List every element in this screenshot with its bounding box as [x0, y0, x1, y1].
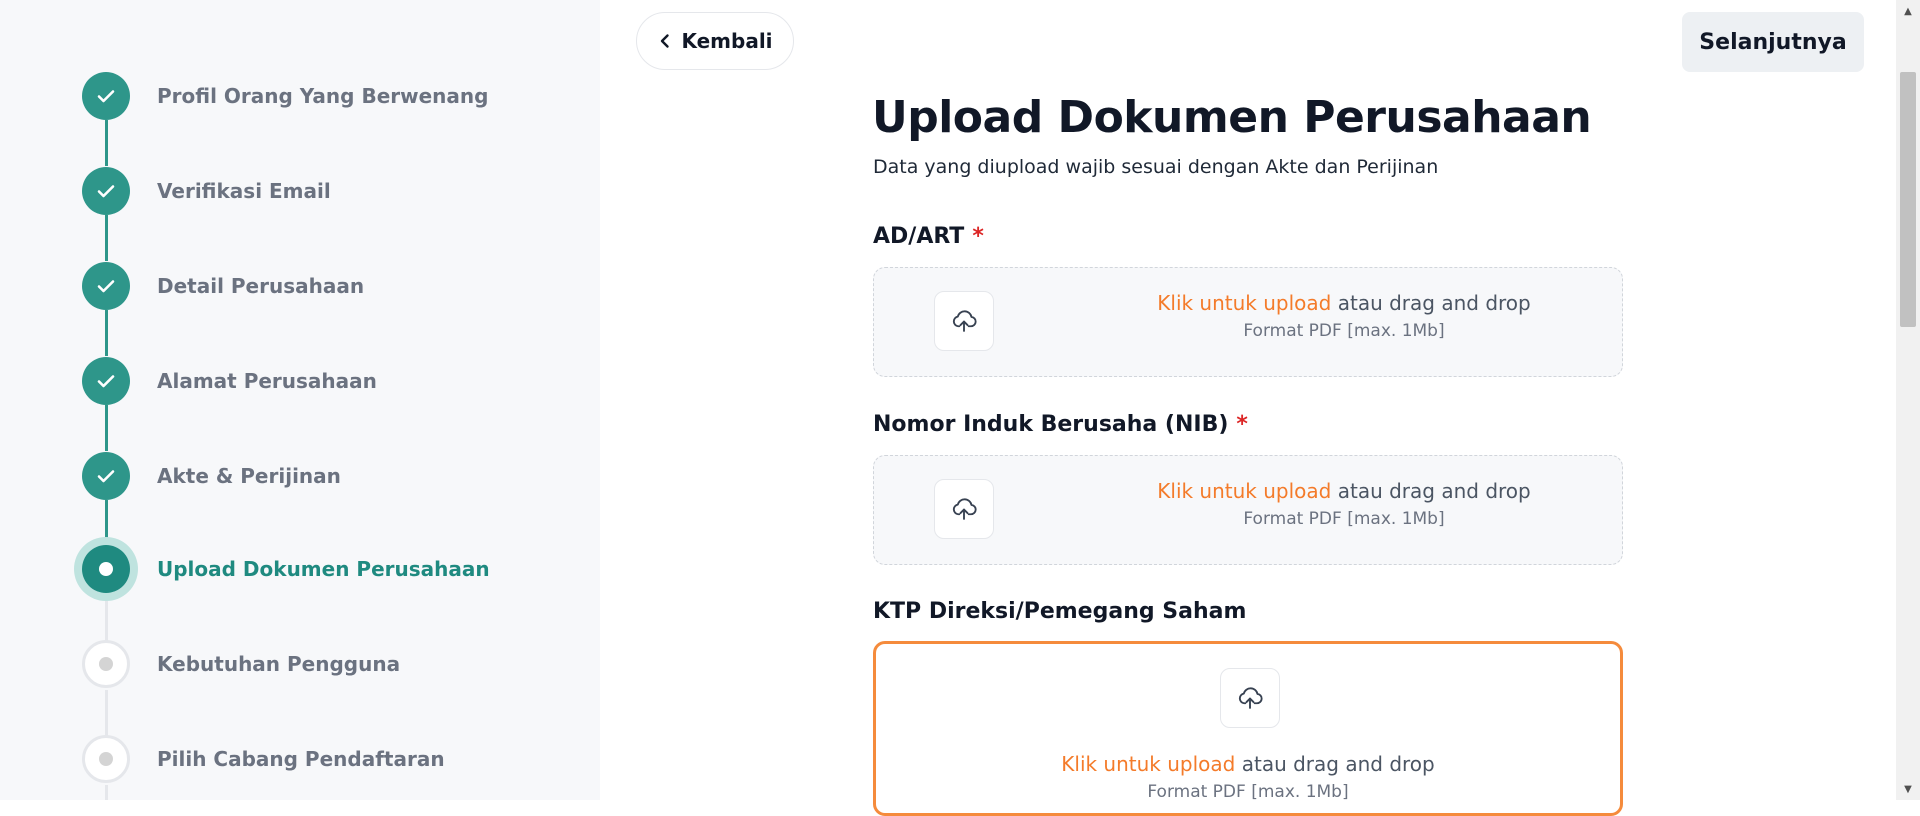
cloud-upload-icon — [1220, 668, 1280, 728]
step-connector — [105, 120, 108, 166]
field-label-text: AD/ART — [873, 224, 965, 249]
check-icon — [82, 262, 130, 310]
stepper-sidebar: Profil Orang Yang Berwenang Verifikasi E… — [0, 0, 600, 800]
drag-drop-text: atau drag and drop — [1235, 752, 1435, 776]
step-label: Profil Orang Yang Berwenang — [157, 84, 489, 108]
pending-step-indicator — [82, 735, 130, 783]
step-label: Pilih Cabang Pendaftaran — [157, 747, 445, 771]
dropzone-text: Klik untuk upload atau drag and drop For… — [1114, 291, 1574, 341]
pending-step-indicator — [82, 640, 130, 688]
vertical-scrollbar[interactable]: ▲ ▼ — [1896, 0, 1920, 800]
chevron-left-icon — [657, 33, 673, 49]
scroll-down-arrow-icon[interactable]: ▼ — [1896, 778, 1920, 800]
format-hint: Format PDF [max. 1Mb] — [1243, 321, 1445, 341]
step-connector — [105, 785, 108, 800]
field-label-text: KTP Direksi/Pemegang Saham — [873, 599, 1247, 624]
step-connector — [105, 405, 108, 451]
step-label: Detail Perusahaan — [157, 274, 365, 298]
scrollbar-thumb[interactable] — [1900, 72, 1916, 327]
upload-link[interactable]: Klik untuk upload — [1061, 752, 1235, 776]
field-label-ktp: KTP Direksi/Pemegang Saham — [873, 599, 1246, 624]
format-hint: Format PDF [max. 1Mb] — [1147, 782, 1349, 802]
cloud-upload-icon — [934, 479, 994, 539]
page-subtitle: Data yang diupload wajib sesuai dengan A… — [873, 156, 1439, 178]
step-connector — [105, 500, 108, 546]
next-button-label: Selanjutnya — [1699, 29, 1847, 55]
check-icon — [82, 167, 130, 215]
step-label: Alamat Perusahaan — [157, 369, 377, 393]
step-connector — [105, 690, 108, 736]
dropzone-nib[interactable]: Klik untuk upload atau drag and drop For… — [873, 455, 1623, 565]
dropzone-text: Klik untuk upload atau drag and drop For… — [876, 752, 1620, 802]
required-mark: * — [1236, 412, 1248, 437]
cloud-upload-icon — [934, 291, 994, 351]
back-button[interactable]: Kembali — [636, 12, 794, 70]
active-step-indicator — [82, 545, 130, 593]
field-label-nib: Nomor Induk Berusaha (NIB) * — [873, 412, 1248, 437]
drag-drop-text: atau drag and drop — [1331, 291, 1531, 315]
check-icon — [82, 452, 130, 500]
step-connector — [105, 597, 108, 643]
upload-link[interactable]: Klik untuk upload — [1157, 479, 1331, 503]
scroll-up-arrow-icon[interactable]: ▲ — [1896, 0, 1920, 22]
drag-drop-text: atau drag and drop — [1331, 479, 1531, 503]
step-label: Verifikasi Email — [157, 179, 331, 203]
step-connector — [105, 310, 108, 356]
check-icon — [82, 72, 130, 120]
next-button[interactable]: Selanjutnya — [1682, 12, 1864, 72]
dropzone-ktp[interactable]: Klik untuk upload atau drag and drop For… — [873, 641, 1623, 816]
field-label-text: Nomor Induk Berusaha (NIB) — [873, 412, 1229, 437]
step-label: Akte & Perijinan — [157, 464, 341, 488]
format-hint: Format PDF [max. 1Mb] — [1243, 509, 1445, 529]
dropzone-ad-art[interactable]: Klik untuk upload atau drag and drop For… — [873, 267, 1623, 377]
check-icon — [82, 357, 130, 405]
step-label: Upload Dokumen Perusahaan — [157, 557, 490, 581]
field-label-ad-art: AD/ART * — [873, 224, 984, 249]
step-label: Kebutuhan Pengguna — [157, 652, 401, 676]
page-title: Upload Dokumen Perusahaan — [872, 92, 1592, 143]
upload-link[interactable]: Klik untuk upload — [1157, 291, 1331, 315]
back-button-label: Kembali — [681, 29, 773, 53]
dropzone-text: Klik untuk upload atau drag and drop For… — [1114, 479, 1574, 529]
required-mark: * — [972, 224, 984, 249]
step-connector — [105, 215, 108, 261]
